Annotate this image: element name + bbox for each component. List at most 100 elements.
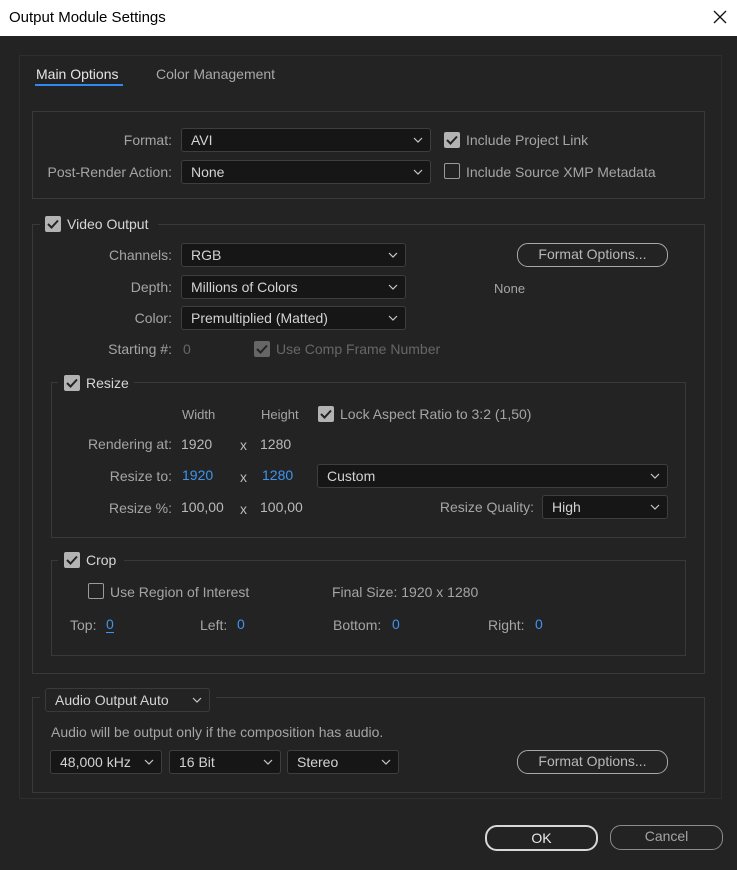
video-format-options-button[interactable]: Format Options...: [517, 243, 668, 267]
chevron-down-icon: [192, 697, 202, 703]
rendering-height: 1280: [260, 436, 292, 452]
format-label: Format:: [123, 132, 172, 148]
resize-quality-label: Resize Quality:: [439, 499, 534, 515]
height-header: Height: [261, 407, 299, 422]
use-roi-label: Use Region of Interest: [110, 584, 250, 600]
starting-frame-value: 0: [183, 341, 191, 357]
audio-bits-value: 16 Bit: [179, 754, 215, 770]
final-size-label: Final Size: 1920 x 1280: [332, 584, 479, 600]
checkmark-icon: [66, 555, 78, 565]
chevron-down-icon: [388, 284, 398, 290]
resize-pct-times: x: [240, 501, 247, 517]
chevron-down-icon: [413, 169, 423, 175]
resize-height-input[interactable]: 1280: [262, 467, 293, 483]
crop-right-input[interactable]: 0: [535, 616, 543, 632]
checkmark-icon: [256, 344, 268, 354]
audio-output-mode-dropdown[interactable]: Audio Output Auto: [45, 688, 210, 712]
close-button[interactable]: [709, 6, 731, 28]
audio-channels-value: Stereo: [297, 754, 339, 770]
lock-aspect-checkbox[interactable]: [318, 406, 334, 422]
window-title: Output Module Settings: [9, 9, 166, 26]
chevron-down-icon: [413, 137, 423, 143]
video-output-checkbox[interactable]: [45, 216, 61, 232]
include-xmp-checkbox[interactable]: [444, 163, 460, 179]
resize-pct-width: 100,00: [181, 499, 224, 515]
format-group: [32, 111, 705, 199]
audio-channels-dropdown[interactable]: Stereo: [287, 750, 399, 774]
depth-dropdown[interactable]: Millions of Colors: [181, 275, 406, 299]
resize-pct-height: 100,00: [260, 499, 303, 515]
audio-format-options-button[interactable]: Format Options...: [517, 750, 668, 774]
lock-aspect-label: Lock Aspect Ratio to 3:2 (1,50): [340, 406, 532, 422]
crop-label: Crop: [86, 552, 117, 568]
post-render-label: Post-Render Action:: [47, 164, 172, 180]
use-comp-frame-label: Use Comp Frame Number: [276, 341, 441, 357]
resize-times: x: [240, 469, 247, 485]
chevron-down-icon: [650, 504, 660, 510]
crop-right-label: Right:: [488, 617, 525, 633]
color-value: Premultiplied (Matted): [191, 310, 328, 326]
crop-bottom-input[interactable]: 0: [392, 616, 400, 632]
include-project-link-label: Include Project Link: [466, 132, 589, 148]
audio-bits-dropdown[interactable]: 16 Bit: [169, 750, 281, 774]
resize-checkbox[interactable]: [64, 375, 80, 391]
chevron-down-icon: [381, 759, 391, 765]
checkmark-icon: [66, 378, 78, 388]
channels-dropdown[interactable]: RGB: [181, 243, 406, 267]
resize-quality-value: High: [552, 499, 581, 515]
chevron-down-icon: [263, 759, 273, 765]
resize-pct-label: Resize %:: [108, 500, 172, 516]
color-label: Color:: [134, 310, 172, 326]
crop-top-input[interactable]: 0: [106, 616, 114, 633]
resize-preset-value: Custom: [327, 468, 376, 484]
chevron-down-icon: [144, 759, 154, 765]
color-dropdown[interactable]: Premultiplied (Matted): [181, 306, 406, 330]
format-value: AVI: [191, 132, 213, 148]
resize-width-input[interactable]: 1920: [182, 467, 213, 483]
depth-label: Depth:: [130, 279, 172, 295]
crop-group: [51, 560, 686, 656]
crop-checkbox[interactable]: [64, 552, 80, 568]
checkmark-icon: [47, 219, 59, 229]
crop-bottom-label: Bottom:: [333, 617, 382, 633]
depth-value: Millions of Colors: [191, 279, 298, 295]
codec-summary: None: [494, 281, 526, 296]
use-roi-checkbox[interactable]: [88, 583, 104, 599]
resize-quality-dropdown[interactable]: High: [542, 495, 668, 519]
use-comp-frame-checkbox[interactable]: [254, 341, 270, 357]
audio-rate-value: 48,000 kHz: [60, 754, 131, 770]
checkmark-icon: [320, 409, 332, 419]
chevron-down-icon: [388, 252, 398, 258]
resize-label: Resize: [86, 375, 129, 391]
starting-frame-label: Starting #:: [108, 341, 172, 357]
channels-label: Channels:: [108, 247, 172, 263]
rendering-width: 1920: [181, 436, 213, 452]
video-output-label: Video Output: [67, 216, 149, 232]
tab-main-options[interactable]: Main Options: [36, 66, 118, 82]
include-xmp-label: Include Source XMP Metadata: [466, 164, 656, 180]
cancel-button[interactable]: Cancel: [610, 825, 723, 850]
resize-preset-dropdown[interactable]: Custom: [317, 464, 668, 488]
audio-rate-dropdown[interactable]: 48,000 kHz: [50, 750, 162, 774]
crop-left-label: Left:: [200, 617, 228, 633]
post-render-value: None: [191, 164, 225, 180]
ok-button[interactable]: OK: [485, 825, 598, 851]
width-header: Width: [182, 407, 216, 422]
chevron-down-icon: [388, 315, 398, 321]
post-render-dropdown[interactable]: None: [181, 160, 431, 184]
crop-left-input[interactable]: 0: [237, 616, 245, 632]
checkmark-icon: [446, 135, 458, 145]
rendering-at-label: Rendering at:: [87, 436, 172, 452]
rendering-times: x: [240, 437, 247, 453]
tab-color-management[interactable]: Color Management: [156, 66, 275, 82]
crop-top-label: Top:: [70, 617, 97, 633]
close-icon: [713, 10, 727, 24]
active-tab-indicator: [35, 84, 123, 86]
resize-to-label: Resize to:: [109, 468, 172, 484]
include-project-link-checkbox[interactable]: [444, 132, 460, 148]
audio-note: Audio will be output only if the composi…: [51, 724, 384, 740]
chevron-down-icon: [650, 473, 660, 479]
format-dropdown[interactable]: AVI: [181, 128, 431, 152]
channels-value: RGB: [191, 247, 222, 263]
audio-output-mode-value: Audio Output Auto: [55, 692, 169, 708]
